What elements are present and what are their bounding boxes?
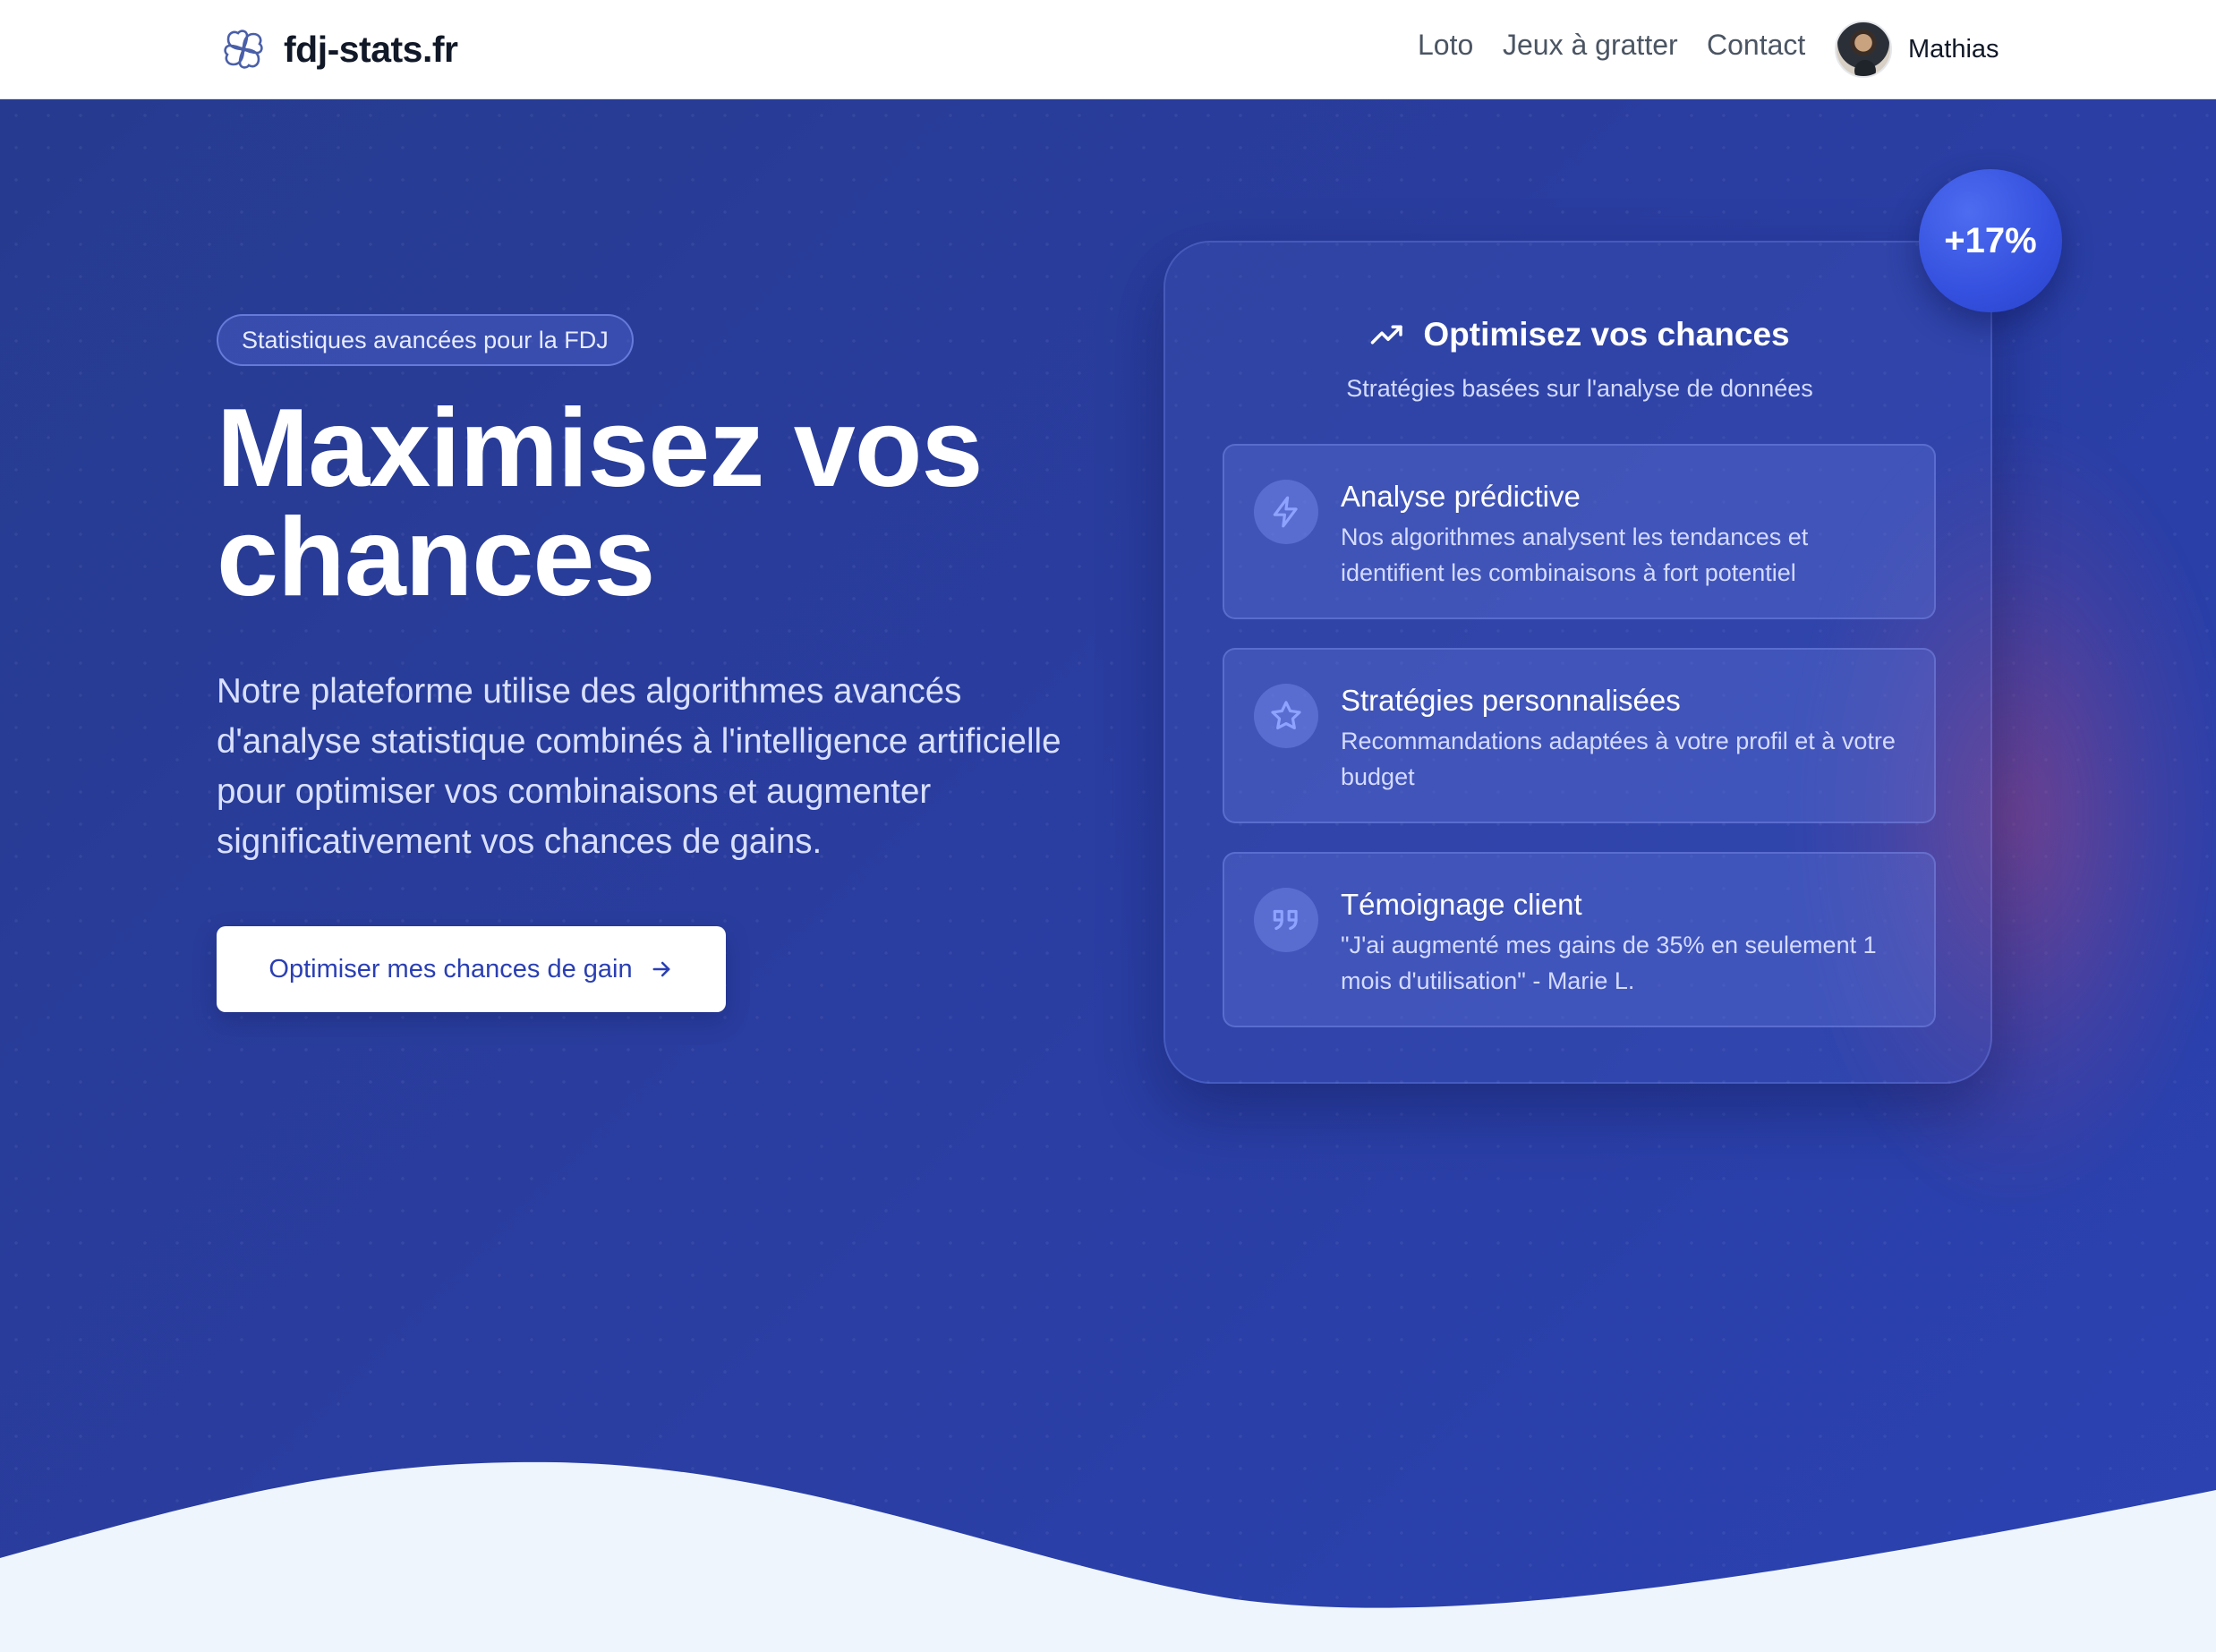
trending-up-icon (1371, 325, 1403, 345)
hero-title-line-1: Maximisez vos (217, 387, 983, 510)
brand-name: fdj-stats.fr (284, 28, 458, 70)
wave-divider (0, 1461, 2216, 1652)
feature-title: Stratégies personnalisées (1341, 684, 1681, 717)
hero-badge: Statistiques avancées pour la FDJ (217, 314, 634, 366)
feature-card-predictive: Analyse prédictive Nos algorithmes analy… (1223, 444, 1936, 619)
optimize-card: Optimisez vos chances Stratégies basées … (1163, 241, 1992, 1084)
user-menu[interactable]: Mathias (1835, 20, 1999, 79)
feature-text: Nos algorithmes analysent les tendances … (1341, 524, 1809, 586)
nav-link-loto[interactable]: Loto (1418, 29, 1473, 62)
nav-link-contact[interactable]: Contact (1707, 29, 1805, 62)
cta-label: Optimiser mes chances de gain (268, 954, 633, 984)
feature-card-personalized: Stratégies personnalisées Recommandation… (1223, 648, 1936, 823)
nav-link-jeux-a-gratter[interactable]: Jeux à gratter (1503, 29, 1678, 62)
site-header: fdj-stats.fr Loto Jeux à gratter Contact… (0, 0, 2216, 99)
quote-icon (1273, 909, 1298, 931)
card-title: Optimisez vos chances (1423, 316, 1790, 353)
arrow-right-icon (652, 961, 670, 977)
star-icon (1271, 701, 1301, 730)
percent-badge: +17% (1919, 169, 2062, 312)
feature-text: "J'ai augmenté mes gains de 35% en seule… (1341, 932, 1877, 994)
feature-text: Recommandations adaptées à votre profil … (1341, 728, 1896, 790)
avatar[interactable] (1835, 21, 1892, 78)
hero-title-line-2: chances (217, 496, 655, 619)
user-name: Mathias (1908, 34, 1999, 64)
feature-title: Témoignage client (1341, 888, 1582, 921)
card-header: Optimisez vos chances (1165, 316, 1994, 353)
lightning-icon (1273, 496, 1298, 528)
hero-description: Notre plateforme utilise des algorithmes… (217, 672, 1061, 861)
feature-card-testimonial: Témoignage client "J'ai augmenté mes gai… (1223, 852, 1936, 1027)
hero-title: Maximisez vos chances (217, 393, 1112, 613)
clover-logo-icon (224, 30, 263, 69)
feature-title: Analyse prédictive (1341, 480, 1581, 513)
optimize-chances-button[interactable]: Optimiser mes chances de gain (217, 926, 726, 1012)
brand[interactable]: fdj-stats.fr (217, 23, 458, 75)
card-subtitle: Stratégies basées sur l'analyse de donné… (1346, 375, 1813, 402)
